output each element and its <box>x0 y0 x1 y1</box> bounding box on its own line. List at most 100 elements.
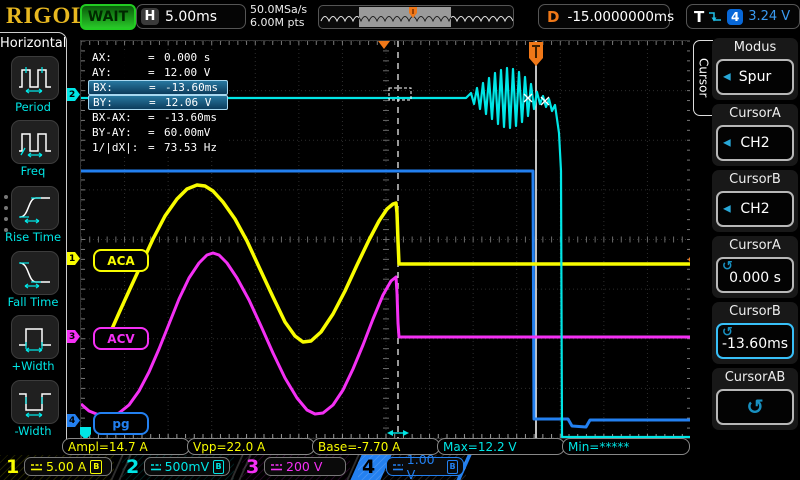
menu-label-freq: Freq <box>20 164 46 178</box>
left-triangle-icon: ◀ <box>723 71 731 83</box>
menu-block-cursor-ab: CursorAB ↺ <box>712 368 798 430</box>
ch4-scale-cell: 1.00 V B <box>386 452 464 480</box>
preview-waveform <box>320 7 513 27</box>
bw-limit-icon: B <box>447 459 459 474</box>
trigger-level-value: 3.24 V <box>748 9 791 24</box>
sample-rate: 50.0MSa/s <box>250 3 308 16</box>
ch2-number: 2 <box>126 456 140 478</box>
cursor-a-source-button[interactable]: ◀ CH2 <box>716 125 794 161</box>
cursor-b-source-button[interactable]: ◀ CH2 <box>716 191 794 227</box>
oscilloscope-screen: RIGOL WAIT H 5.00ms 50.0MSa/s 6.00M pts … <box>0 0 800 480</box>
cursor-menu-tab: Cursor <box>693 40 713 116</box>
cursor-row-bxax: BX-AX: = -13.60ms <box>92 111 217 124</box>
menu-block-cursor-b-pos: CursorB ↺ -13.60ms <box>712 302 798 364</box>
ch1-scale-cell: 5.00 A B <box>24 457 112 476</box>
menu-block-modus: Modus ◀ Spur <box>712 38 798 100</box>
menu-item-fall-time[interactable] <box>11 251 59 295</box>
ch4-number: 4 <box>362 456 376 478</box>
left-triangle-icon: ◀ <box>723 203 731 215</box>
cursor-ab-button[interactable]: ↺ <box>716 389 794 425</box>
timebase-value: 5.00ms <box>165 8 218 25</box>
trigger-position-flag[interactable] <box>529 42 543 66</box>
trigger-status-cell[interactable]: T 4 3.24 V <box>686 4 800 29</box>
ch1-position-marker[interactable]: 1 <box>67 252 80 265</box>
coupling-icon <box>151 463 161 470</box>
left-triangle-icon: ◀ <box>723 137 731 149</box>
ch1-status[interactable]: 1 5.00 A B <box>0 455 114 480</box>
delay-d-icon: D <box>547 7 560 26</box>
ch4-position-marker[interactable]: 4 <box>67 414 80 427</box>
menu-item-pwidth[interactable] <box>11 315 59 359</box>
ch2-position-marker[interactable]: 2 <box>67 88 80 101</box>
menu-label-rise-time: Rise Time <box>4 230 62 244</box>
ch2-status[interactable]: 2 500mV B <box>122 455 234 480</box>
ch1-trace-label[interactable]: ACA <box>93 249 149 272</box>
measure-ampl: Ampl=14.7 A <box>62 438 190 455</box>
menu-scroll-dot <box>4 195 8 199</box>
horizontal-measure-menu: Horizontal Period Freq Rise Time Fall Ti… <box>0 32 67 451</box>
cursor-row-by: BY: = 12.06 V <box>88 95 228 110</box>
measure-min: Min=***** <box>562 438 690 455</box>
run-state-badge: WAIT <box>80 4 136 30</box>
coupling-icon <box>271 463 282 470</box>
period-icon <box>19 67 51 94</box>
ch3-status[interactable]: 3 200 V <box>242 455 350 480</box>
menu-block-cursor-a-pos: CursorA ↺ 0.000 s <box>712 236 798 298</box>
ch2-scale-cell: 500mV B <box>144 457 230 476</box>
channel-status-bar: 1 5.00 A B 2 500mV B 3 200 V 4 1.00 V B <box>0 452 800 480</box>
delay-value: -15.0000000ms <box>567 8 675 25</box>
menu-label-pwidth: +Width <box>11 359 55 373</box>
horizontal-h-icon: H <box>141 8 159 25</box>
cursor-row-ax: AX: = 0.000 s <box>92 51 211 64</box>
acquisition-info: 50.0MSa/s 6.00M pts <box>250 3 307 29</box>
ch2-scale: 500mV <box>164 459 210 474</box>
top-status-bar: RIGOL WAIT H 5.00ms 50.0MSa/s 6.00M pts … <box>0 0 800 32</box>
menu-item-period[interactable] <box>11 56 59 100</box>
ch4-status[interactable]: 4 1.00 V B <box>358 452 466 480</box>
measure-vpp: Vpp=22.0 A <box>187 438 315 455</box>
cursor-a-title: CursorA <box>729 106 781 121</box>
ch4-scale: 1.00 V <box>406 451 435 480</box>
cursor-measurement-box: AX: = 0.000 s AY: = 12.00 V BX: = -13.60ms BY:… <box>88 50 228 155</box>
cursor-row-freq: 1/|dX|: = 73.53 Hz <box>92 141 217 154</box>
menu-scroll-dot <box>4 206 8 210</box>
ch3-trace-label[interactable]: ACV <box>93 327 149 350</box>
menu-label-period: Period <box>15 100 51 114</box>
menu-scroll-dot <box>4 228 8 232</box>
menu-block-cursor-a-source: CursorA ◀ CH2 <box>712 104 798 166</box>
center-time-marker <box>378 41 390 49</box>
menu-block-cursor-b-source: CursorB ◀ CH2 <box>712 170 798 232</box>
cursor-a-cross-marker <box>523 93 533 103</box>
rise-time-icon <box>19 197 50 224</box>
cursor-row-ay: AY: = 12.00 V <box>92 66 211 79</box>
ch3-number: 3 <box>246 456 260 478</box>
waveform-preview-strip[interactable] <box>318 5 514 29</box>
coupling-icon <box>393 463 403 470</box>
cursor-b-title: CursorB <box>729 172 781 187</box>
minus-width-icon <box>19 393 51 418</box>
menu-label-nwidth: -Width <box>14 424 52 438</box>
ch4-trace-label[interactable]: pg <box>93 412 149 435</box>
menu-scroll-dot <box>4 217 8 221</box>
modus-button[interactable]: ◀ Spur <box>716 59 794 95</box>
ch3-scale-cell: 200 V <box>264 457 346 476</box>
cursor-a-position-button[interactable]: ↺ 0.000 s <box>716 257 794 293</box>
rotate-knob-icon: ↺ <box>722 325 733 340</box>
menu-label-fall-time: Fall Time <box>7 295 59 309</box>
ch3-position-marker[interactable]: 3 <box>67 330 80 343</box>
menu-item-nwidth[interactable] <box>11 380 59 424</box>
measure-max: Max=12.2 V <box>437 438 565 455</box>
trigger-t-label: T <box>694 7 705 26</box>
freq-icon <box>19 133 51 158</box>
timebase-cell[interactable]: H 5.00ms <box>136 4 246 29</box>
menu-item-rise-time[interactable] <box>11 186 59 230</box>
rotate-knob-icon: ↺ <box>722 259 733 274</box>
menu-item-freq[interactable] <box>11 120 59 164</box>
fall-time-icon <box>19 262 50 289</box>
ch3-scale: 200 V <box>286 459 323 474</box>
rotate-knob-icon: ↺ <box>746 395 764 419</box>
cursor-b-position-button[interactable]: ↺ -13.60ms <box>716 323 794 359</box>
trigger-delay-cell[interactable]: D -15.0000000ms <box>538 4 674 29</box>
cursor-row-byay: BY-AY: = 60.00mV <box>92 126 211 139</box>
cursor-b-pos-title: CursorB <box>729 304 781 319</box>
